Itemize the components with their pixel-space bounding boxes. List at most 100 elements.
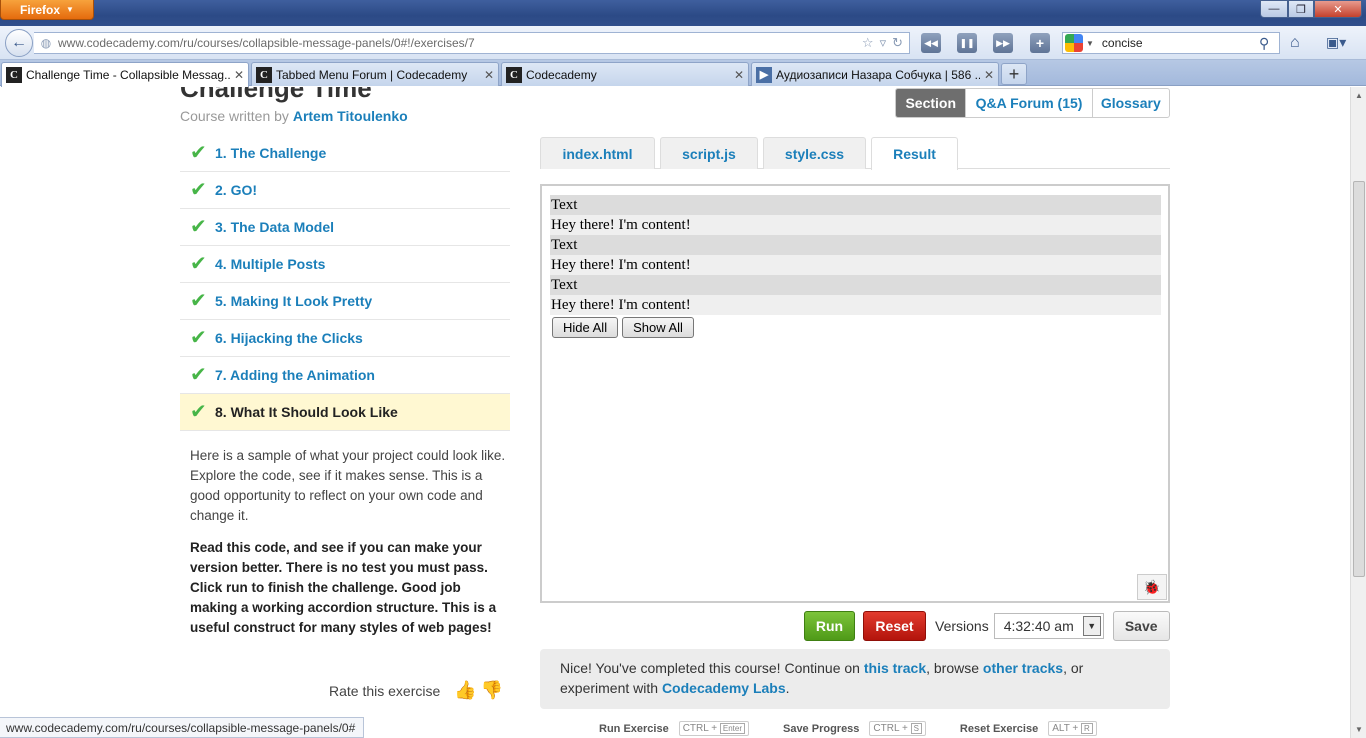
bookmarks-menu-icon[interactable]: ▣▾ [1326, 34, 1356, 54]
browser-tab[interactable]: C Challenge Time - Collapsible Messag...… [1, 62, 249, 87]
editor-controls: Run Reset Versions 4:32:40 am ▼ Save [804, 611, 1170, 641]
codecademy-labs-link[interactable]: Codecademy Labs [662, 680, 786, 696]
search-input[interactable]: concise [1102, 36, 1259, 50]
check-icon: ✔ [190, 290, 207, 312]
tab-result[interactable]: Result [871, 137, 958, 170]
check-icon: ✔ [190, 253, 207, 275]
other-tracks-link[interactable]: other tracks [983, 660, 1063, 676]
add-icon[interactable]: + [1030, 33, 1050, 53]
fast-forward-icon[interactable]: ▶▶ [993, 33, 1013, 53]
chevron-down-icon[interactable]: ▼ [1082, 616, 1101, 636]
home-icon[interactable]: ⌂ [1290, 34, 1310, 54]
panel-header[interactable]: Text [550, 195, 1161, 215]
codecademy-favicon-icon: C [506, 66, 522, 83]
new-tab-button[interactable]: + [1001, 63, 1027, 85]
bug-report-icon[interactable]: 🐞 [1137, 574, 1167, 600]
tab-title: Challenge Time - Collapsible Messag... [26, 68, 230, 82]
page-content: Challenge Time Course written by Artem T… [0, 87, 1350, 738]
lesson-label: 3. The Data Model [215, 219, 335, 235]
tab-style-css[interactable]: style.css [763, 137, 866, 169]
close-tab-icon[interactable]: ✕ [984, 68, 994, 82]
completion-text: . [785, 680, 790, 696]
panel-header[interactable]: Text [550, 275, 1161, 295]
search-icon[interactable]: ⚲ [1259, 35, 1279, 52]
shortcut-label: Run Exercise [599, 722, 669, 735]
shortcut-label: Save Progress [782, 722, 860, 735]
tab-section[interactable]: Section [896, 89, 966, 117]
firefox-menu-label: Firefox [20, 2, 61, 17]
search-engine-dropdown-icon[interactable]: ▼ [1086, 39, 1094, 48]
check-icon: ✔ [190, 179, 207, 201]
lesson-item[interactable]: ✔ 2. GO! [180, 172, 510, 209]
browser-tab[interactable]: ▶ Аудиозаписи Назара Собчука | 586 ... ✕ [751, 62, 999, 86]
save-button[interactable]: Save [1112, 611, 1170, 641]
maximize-button[interactable]: ❐ [1288, 0, 1314, 18]
pause-icon[interactable]: ❚❚ [957, 33, 977, 53]
thumbs-down-icon[interactable]: 👎 [481, 680, 503, 701]
close-tab-icon[interactable]: ✕ [484, 68, 494, 82]
completion-message: Nice! You've completed this course! Cont… [540, 649, 1170, 709]
section-tabs: Section Q&A Forum (15) Glossary [895, 88, 1170, 118]
firefox-menu-button[interactable]: Firefox ▼ [0, 0, 94, 20]
lesson-list: ✔ 1. The Challenge ✔ 2. GO! ✔ 3. The Data M… [180, 135, 510, 431]
browser-tab[interactable]: C Codecademy ✕ [501, 62, 749, 86]
back-button[interactable]: ← [5, 29, 33, 57]
google-icon[interactable] [1065, 34, 1083, 52]
scroll-down-icon[interactable]: ▼ [1355, 725, 1363, 734]
url-bar[interactable]: ◍ www.codecademy.com/ru/courses/collapsi… [34, 32, 910, 54]
course-byline: Course written by Artem Titoulenko [180, 108, 408, 124]
lesson-item-current[interactable]: ✔ 8. What It Should Look Like [180, 394, 510, 431]
reset-button[interactable]: Reset [863, 611, 926, 641]
keyboard-shortcuts: Run Exercise CTRL + Enter Save Progress … [599, 721, 1131, 736]
tab-qa-forum[interactable]: Q&A Forum (15) [965, 89, 1091, 117]
thumbs-up-icon[interactable]: 👍 [454, 680, 476, 701]
dropdown-icon[interactable]: ▿ [880, 35, 887, 51]
lesson-label: 4. Multiple Posts [215, 256, 326, 272]
author-link[interactable]: Artem Titoulenko [293, 108, 408, 124]
check-icon: ✔ [190, 401, 207, 423]
tab-title: Аудиозаписи Назара Собчука | 586 ... [776, 67, 980, 82]
vertical-scrollbar[interactable]: ▲ ▼ [1350, 87, 1366, 738]
bookmark-star-icon[interactable]: ☆ [862, 35, 874, 51]
this-track-link[interactable]: this track [864, 660, 926, 676]
instructions-bold-text: Read this code, and see if you can make … [190, 540, 497, 635]
versions-select[interactable]: 4:32:40 am ▼ [993, 613, 1104, 639]
lesson-label: 6. Hijacking the Clicks [215, 330, 363, 346]
tab-strip: C Challenge Time - Collapsible Messag...… [0, 60, 1366, 87]
tab-script-js[interactable]: script.js [660, 137, 758, 169]
check-icon: ✔ [190, 216, 207, 238]
reload-icon[interactable]: ↻ [892, 35, 903, 51]
close-window-button[interactable]: ✕ [1314, 0, 1362, 18]
shortcut-modifier: CTRL + [682, 723, 718, 734]
lesson-item[interactable]: ✔ 5. Making It Look Pretty [180, 283, 510, 320]
rate-label: Rate this exercise [329, 682, 441, 699]
lesson-item[interactable]: ✔ 7. Adding the Animation [180, 357, 510, 394]
shortcut-key: S [910, 723, 922, 734]
panel-content: Hey there! I'm content! [550, 255, 1161, 275]
search-bar[interactable]: ▼ concise ⚲ [1062, 32, 1280, 54]
panel-content: Hey there! I'm content! [550, 295, 1161, 315]
minimize-button[interactable]: — [1260, 0, 1288, 18]
hide-all-button[interactable]: Hide All [552, 317, 619, 338]
run-button[interactable]: Run [804, 611, 855, 641]
scroll-up-icon[interactable]: ▲ [1355, 91, 1363, 100]
lesson-item[interactable]: ✔ 1. The Challenge [180, 135, 510, 172]
scrollbar-thumb[interactable] [1353, 181, 1365, 577]
panel-content: Hey there! I'm content! [550, 215, 1161, 235]
rewind-icon[interactable]: ◀◀ [921, 33, 941, 53]
close-tab-icon[interactable]: ✕ [734, 68, 744, 82]
lesson-item[interactable]: ✔ 6. Hijacking the Clicks [180, 320, 510, 357]
lesson-item[interactable]: ✔ 4. Multiple Posts [180, 246, 510, 283]
lesson-item[interactable]: ✔ 3. The Data Model [180, 209, 510, 246]
tab-glossary[interactable]: Glossary [1091, 89, 1169, 117]
check-icon: ✔ [190, 327, 207, 349]
back-arrow-icon: ← [11, 34, 27, 51]
close-tab-icon[interactable]: ✕ [234, 68, 244, 82]
show-all-button[interactable]: Show All [622, 317, 694, 338]
tab-index-html[interactable]: index.html [540, 137, 655, 169]
page-title: Challenge Time [180, 87, 372, 103]
codecademy-favicon-icon: C [6, 67, 22, 83]
browser-tab[interactable]: C Tabbed Menu Forum | Codecademy ✕ [251, 62, 499, 86]
url-text[interactable]: www.codecademy.com/ru/courses/collapsibl… [58, 36, 862, 50]
panel-header[interactable]: Text [550, 235, 1161, 255]
